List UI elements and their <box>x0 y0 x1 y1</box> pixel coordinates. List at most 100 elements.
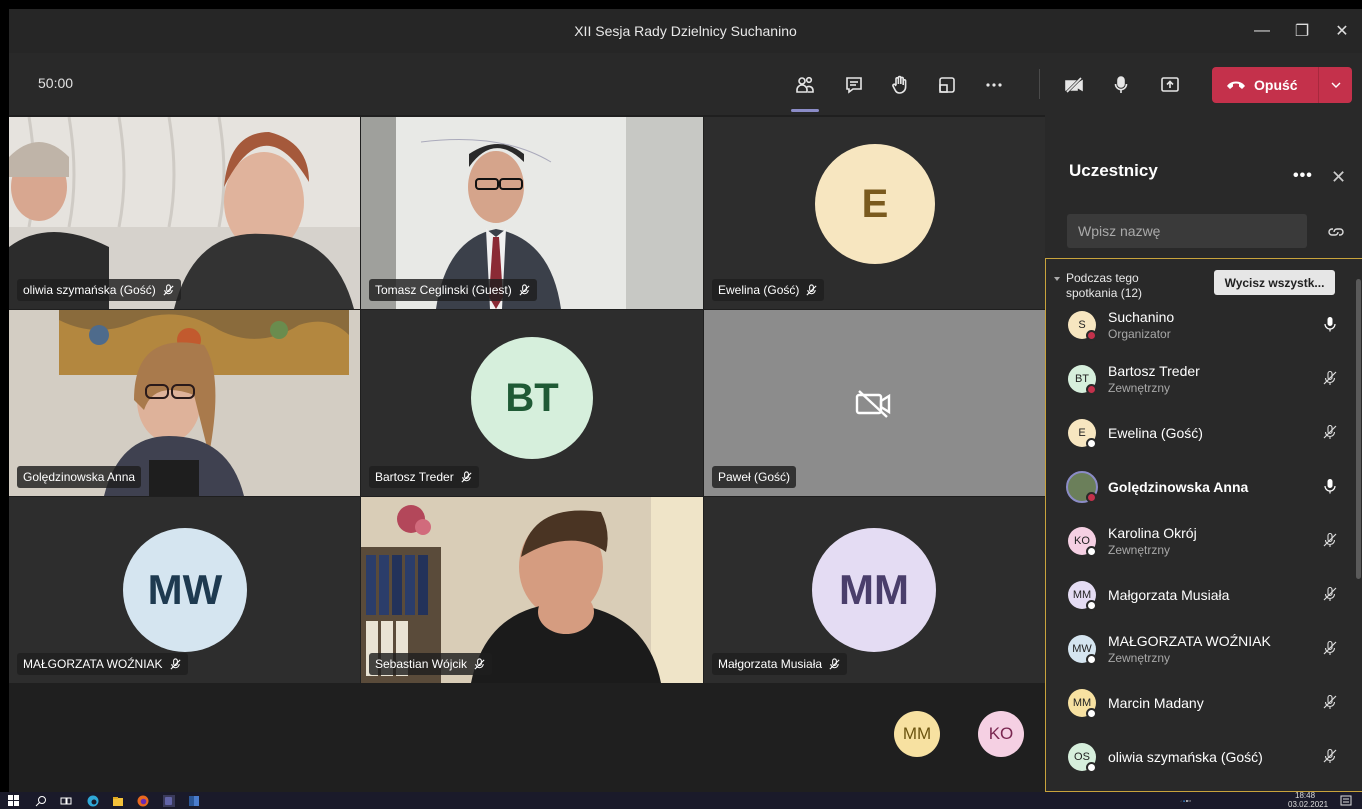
participant-row[interactable]: MM Marcin Madany <box>1046 680 1362 734</box>
participant-row[interactable]: Golędzinowska Anna <box>1046 464 1362 518</box>
participant-avatar: E <box>815 144 935 264</box>
mic-off-icon[interactable] <box>1322 748 1338 764</box>
mic-toggle-button[interactable] <box>1107 71 1135 99</box>
mic-off-icon[interactable] <box>1322 424 1338 440</box>
participant-avatar: BT <box>471 337 593 459</box>
breakout-rooms-button[interactable] <box>933 71 961 99</box>
windows-start-icon[interactable] <box>8 795 20 807</box>
mic-off-icon[interactable] <box>1322 370 1338 386</box>
chat-button[interactable] <box>840 71 868 99</box>
presence-status-icon <box>1086 438 1097 449</box>
presence-status-icon <box>1086 708 1097 719</box>
leave-options-button[interactable] <box>1319 82 1352 88</box>
participant-search-input[interactable] <box>1067 214 1307 248</box>
firefox-icon[interactable] <box>137 795 149 807</box>
participant-name: MAŁGORZATA WOŹNIAK <box>1108 633 1271 649</box>
participant-name: Golędzinowska Anna <box>1108 479 1249 495</box>
leave-label: Opuść <box>1254 77 1298 93</box>
participant-row[interactable]: MM Małgorzata Musiała <box>1046 572 1362 626</box>
mic-off-icon[interactable] <box>1322 586 1338 602</box>
avatar-tile[interactable]: E Ewelina (Gość) <box>704 117 1045 309</box>
edge-browser-icon[interactable] <box>87 795 99 807</box>
raise-hand-button[interactable] <box>886 71 914 99</box>
mic-icon[interactable] <box>1322 478 1338 494</box>
presence-status-icon <box>1086 384 1097 395</box>
overflow-avatar[interactable]: KO <box>978 711 1024 757</box>
teams-icon[interactable] <box>163 795 175 807</box>
participant-row[interactable]: OS oliwia szymańska (Gość) <box>1046 734 1362 788</box>
participant-name: Marcin Madany <box>1108 695 1204 711</box>
rooms-icon <box>939 77 955 93</box>
participant-avatar: MW <box>123 528 247 652</box>
mic-off-icon <box>461 470 472 483</box>
collapse-caret-icon[interactable] <box>1054 277 1060 281</box>
avatar-tile[interactable]: BT Bartosz Treder <box>361 310 703 496</box>
participant-name: Karolina Okrój <box>1108 525 1197 541</box>
panel-title: Uczestnicy <box>1069 161 1158 180</box>
participant-row[interactable]: E Ewelina (Gość) <box>1046 410 1362 464</box>
close-window-button[interactable]: ✕ <box>1322 9 1362 53</box>
panel-close-button[interactable]: ✕ <box>1331 167 1346 188</box>
maximize-button[interactable]: ❐ <box>1282 9 1322 53</box>
word-icon[interactable] <box>188 795 200 807</box>
avatar-tile[interactable]: MM Małgorzata Musiała <box>704 497 1045 683</box>
participant-row[interactable]: KO Karolina Okrój Zewnętrzny <box>1046 518 1362 572</box>
video-tile[interactable]: oliwia szymańska (Gość) <box>9 117 360 309</box>
window-title: XII Sesja Rady Dzielnicy Suchanino <box>574 23 797 39</box>
presence-status-icon <box>1086 762 1097 773</box>
participant-role: Organizator <box>1108 327 1171 341</box>
video-tile[interactable]: Sebastian Wójcik <box>361 497 703 683</box>
hang-up-icon <box>1227 81 1245 89</box>
mute-all-button[interactable]: Wycisz wszystk... <box>1214 270 1335 295</box>
notifications-icon[interactable] <box>1340 795 1352 807</box>
participant-row[interactable]: BT Bartosz Treder Zewnętrzny <box>1046 356 1362 410</box>
mic-off-icon[interactable] <box>1322 694 1338 710</box>
mic-off-icon[interactable] <box>1322 640 1338 656</box>
raise-hand-icon <box>892 75 907 94</box>
tray-time: 18:48 <box>1295 791 1316 800</box>
panel-more-button[interactable]: ••• <box>1293 167 1313 185</box>
video-tile[interactable]: Tomasz Ceglinski (Guest) <box>361 117 703 309</box>
system-tray-icons[interactable] <box>1180 795 1192 807</box>
participant-name-tag: Małgorzata Musiała <box>712 653 848 675</box>
presence-status-icon <box>1086 600 1097 611</box>
leave-button[interactable]: Opuść <box>1212 67 1352 103</box>
file-explorer-icon[interactable] <box>112 795 124 807</box>
participant-name: oliwia szymańska (Gość) <box>1108 749 1263 765</box>
title-bar: XII Sesja Rady Dzielnicy Suchanino — ❐ ✕ <box>9 9 1362 53</box>
mic-icon[interactable] <box>1322 316 1338 332</box>
section-header[interactable]: Podczas tego spotkania (12) <box>1066 271 1176 301</box>
mic-off-icon[interactable] <box>1322 532 1338 548</box>
minimize-button[interactable]: — <box>1242 9 1282 53</box>
windows-taskbar: 18:48 03.02.2021 <box>0 792 1362 809</box>
mic-off-icon <box>163 283 174 296</box>
participants-button[interactable] <box>791 71 819 99</box>
avatar-tile[interactable]: MW MAŁGORZATA WOŹNIAK <box>9 497 360 683</box>
search-icon[interactable] <box>35 795 47 807</box>
more-actions-button[interactable] <box>980 71 1008 99</box>
participant-list: Podczas tego spotkania (12) Wycisz wszys… <box>1045 258 1362 792</box>
mic-off-icon <box>170 657 181 670</box>
presence-status-icon <box>1086 492 1097 503</box>
camera-off-tile[interactable]: Paweł (Gość) <box>704 310 1045 496</box>
mic-icon <box>1114 76 1128 93</box>
participant-name: Małgorzata Musiała <box>1108 587 1230 603</box>
participant-name-tag: oliwia szymańska (Gość) <box>17 279 181 301</box>
participant-name-tag: Sebastian Wójcik <box>369 653 493 675</box>
participant-name-tag: Bartosz Treder <box>369 466 479 488</box>
task-view-icon[interactable] <box>60 795 72 807</box>
camera-toggle-button[interactable] <box>1060 71 1088 99</box>
participant-row[interactable]: S Suchanino Organizator <box>1046 302 1362 356</box>
participant-name-tag: MAŁGORZATA WOŹNIAK <box>17 653 188 675</box>
active-tab-indicator <box>791 109 819 112</box>
leave-main[interactable]: Opuść <box>1212 77 1318 93</box>
participant-row[interactable]: MW MAŁGORZATA WOŹNIAK Zewnętrzny <box>1046 626 1362 680</box>
share-invite-icon[interactable] <box>1327 223 1345 241</box>
participant-name-tag: Golędzinowska Anna <box>17 466 142 488</box>
chat-icon <box>846 77 862 94</box>
share-icon <box>1161 77 1179 92</box>
overflow-avatar[interactable]: MM <box>894 711 940 757</box>
video-tile[interactable]: Golędzinowska Anna <box>9 310 360 496</box>
camera-off-icon <box>1065 76 1083 94</box>
share-content-button[interactable] <box>1156 71 1184 99</box>
